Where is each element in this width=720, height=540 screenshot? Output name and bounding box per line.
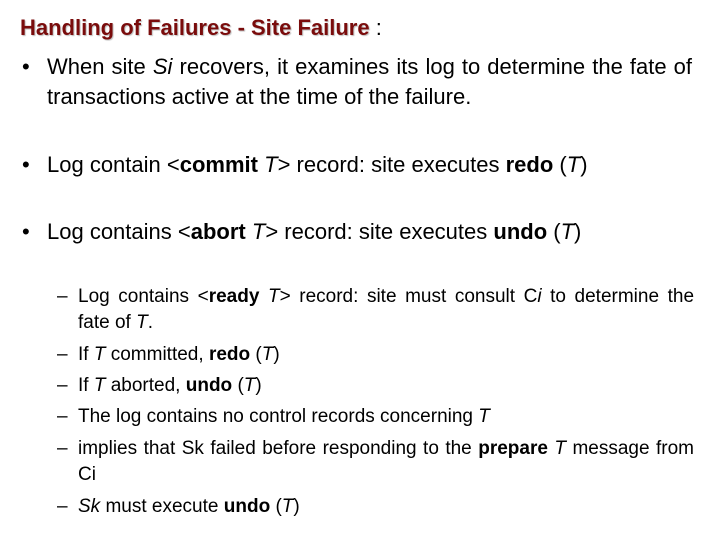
text-run: ( (547, 219, 561, 244)
text-run: ( (250, 344, 262, 365)
text-run: Log contains < (78, 286, 209, 307)
bullet-text: Log contains <abort T> record: site exec… (47, 217, 692, 247)
text-run: When site (47, 54, 153, 79)
text-run: > record: site executes (265, 219, 494, 244)
sub-bullet-item: – The log contains no control records co… (57, 404, 694, 430)
italic-term: T (251, 219, 266, 244)
italic-term: T (261, 344, 274, 365)
text-run: ( (232, 375, 244, 396)
italic-term: T (267, 286, 280, 307)
bullet-item: • Log contains <abort T> record: site ex… (22, 217, 692, 247)
text-run: The log contains no control records conc… (78, 406, 479, 427)
text-run: ) (273, 344, 280, 365)
bullet-text: When site Si recovers, it examines its l… (47, 52, 692, 112)
dash-marker: – (57, 406, 68, 427)
sub-bullet-text: Log contains <ready T> record: site must… (78, 284, 694, 336)
dash-marker: – (57, 286, 68, 307)
title-text: Handling of Failures - Site Failure (20, 15, 370, 40)
text-run: > record: site executes (277, 152, 506, 177)
sub-bullet-text: Sk must execute undo (T) (78, 494, 694, 520)
text-run: implies that Sk failed before responding… (78, 438, 479, 459)
sub-bullet-item: – implies that Sk failed before respondi… (57, 436, 694, 488)
text-run: aborted, (105, 375, 186, 396)
sub-bullet-item: – Log contains <ready T> record: site mu… (57, 284, 694, 336)
text-run: ) (580, 152, 588, 177)
sub-bullet-text: The log contains no control records conc… (78, 404, 694, 430)
bullet-item: • Log contain <commit T> record: site ex… (22, 150, 692, 180)
italic-term: T (264, 152, 278, 177)
italic-term: Si (152, 54, 173, 79)
text-run: ) (574, 219, 582, 244)
text-run: ) (255, 375, 262, 396)
bold-term: prepare (478, 438, 548, 459)
text-run: Log contain < (47, 152, 180, 177)
text-run: ( (270, 496, 282, 517)
text-run: committed, (105, 344, 209, 365)
sub-bullet-text: If T aborted, undo (T) (78, 373, 694, 399)
sub-bullet-item: – If T committed, redo (T) (57, 342, 694, 368)
bold-term: ready (208, 286, 260, 307)
italic-term: T (554, 438, 566, 459)
bullet-marker: • (22, 54, 30, 79)
bold-term: undo (223, 496, 271, 517)
bold-term: redo (208, 344, 251, 365)
dash-marker: – (57, 438, 68, 459)
bold-term: redo (505, 152, 554, 177)
bullet-marker: • (22, 152, 30, 177)
italic-term: T (136, 312, 148, 333)
sub-bullet-item: – If T aborted, undo (T) (57, 373, 694, 399)
bold-term: commit (179, 152, 258, 177)
italic-term: T (93, 344, 106, 365)
slide-title: Handling of Failures - Site Failure : (20, 14, 382, 42)
text-run: Log contains < (47, 219, 191, 244)
sub-bullet-text: implies that Sk failed before responding… (78, 436, 694, 488)
text-run: ( (553, 152, 567, 177)
text-run: If (78, 344, 94, 365)
bold-term: abort (190, 219, 246, 244)
italic-term: Sk (78, 496, 101, 517)
text-run: must execute (100, 496, 224, 517)
title-colon: : (369, 15, 382, 40)
bold-term: undo (493, 219, 548, 244)
italic-term: T (478, 406, 490, 427)
text-run: If (78, 375, 94, 396)
italic-term: T (566, 152, 581, 177)
bullet-item: • When site Si recovers, it examines its… (22, 52, 692, 112)
text-run: > record: site must consult C (279, 286, 538, 307)
dash-marker: – (57, 496, 68, 517)
bullet-marker: • (22, 219, 30, 244)
italic-term: T (560, 219, 575, 244)
dash-marker: – (57, 375, 68, 396)
text-run (259, 286, 268, 307)
italic-term: T (93, 375, 106, 396)
text-run: ) (293, 496, 300, 517)
sub-bullet-item: – Sk must execute undo (T) (57, 494, 694, 520)
text-run: . (147, 312, 153, 333)
italic-term: T (243, 375, 256, 396)
bold-term: undo (185, 375, 233, 396)
dash-marker: – (57, 344, 68, 365)
italic-term: T (281, 496, 294, 517)
sub-bullet-text: If T committed, redo (T) (78, 342, 694, 368)
bullet-text: Log contain <commit T> record: site exec… (47, 150, 692, 180)
